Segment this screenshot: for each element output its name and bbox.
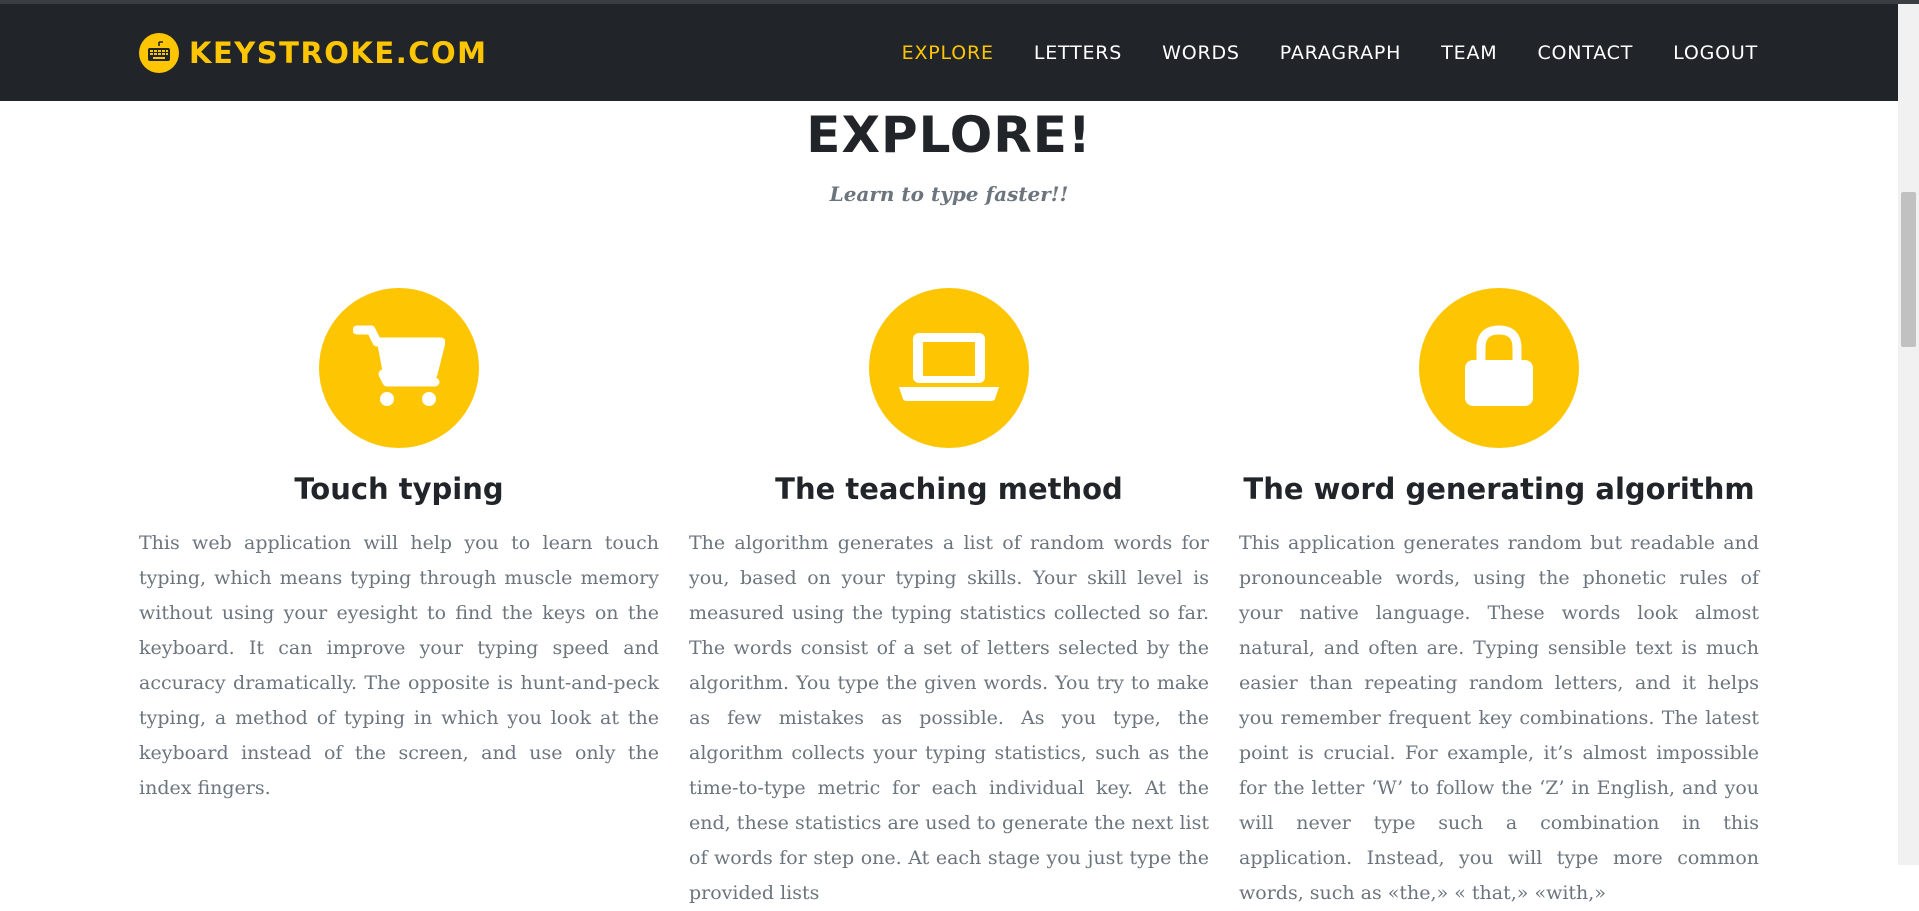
- main-nav: EXPLORE LETTERS WORDS PARAGRAPH TEAM CON…: [862, 38, 1758, 68]
- feature-word-algorithm: The word generating algorithm This appli…: [1239, 288, 1759, 911]
- nav-item-paragraph[interactable]: PARAGRAPH: [1280, 38, 1401, 68]
- keyboard-logo-icon: [139, 33, 179, 73]
- feature-title: Touch typing: [294, 472, 504, 506]
- nav-item-contact[interactable]: CONTACT: [1537, 38, 1633, 68]
- feature-icon-circle: [319, 288, 479, 448]
- nav-item-letters[interactable]: LETTERS: [1034, 38, 1122, 68]
- feature-icon-circle: [1419, 288, 1579, 448]
- brand-name: KEYSTROKE.COM: [189, 36, 488, 70]
- feature-text: The algorithm generates a list of random…: [689, 532, 1209, 904]
- navbar: KEYSTROKE.COM EXPLORE LETTERS WORDS PARA…: [0, 4, 1898, 101]
- nav-item-logout[interactable]: LOGOUT: [1673, 38, 1758, 68]
- feature-icon-circle: [869, 288, 1029, 448]
- feature-text: This application generates random but re…: [1239, 532, 1759, 904]
- feature-teaching-method: The teaching method The algorithm genera…: [689, 288, 1209, 911]
- feature-touch-typing: Touch typing This web application will h…: [139, 288, 659, 806]
- nav-item-explore[interactable]: EXPLORE: [902, 38, 994, 68]
- brand-link[interactable]: KEYSTROKE.COM: [139, 32, 488, 74]
- page-scrollbar[interactable]: [1898, 4, 1919, 865]
- feature-title: The word generating algorithm: [1243, 472, 1755, 506]
- lock-icon: [1463, 324, 1535, 412]
- nav-item-team[interactable]: TEAM: [1441, 38, 1497, 68]
- feature-text: This web application will help you to le…: [139, 532, 659, 799]
- scrollbar-thumb[interactable]: [1901, 192, 1916, 347]
- feature-title: The teaching method: [775, 472, 1123, 506]
- section-subheading: Learn to type faster!!: [829, 182, 1069, 206]
- shopping-cart-icon: [352, 324, 446, 412]
- laptop-icon: [899, 329, 999, 407]
- section-heading: EXPLORE!: [806, 106, 1092, 164]
- nav-item-words[interactable]: WORDS: [1162, 38, 1240, 68]
